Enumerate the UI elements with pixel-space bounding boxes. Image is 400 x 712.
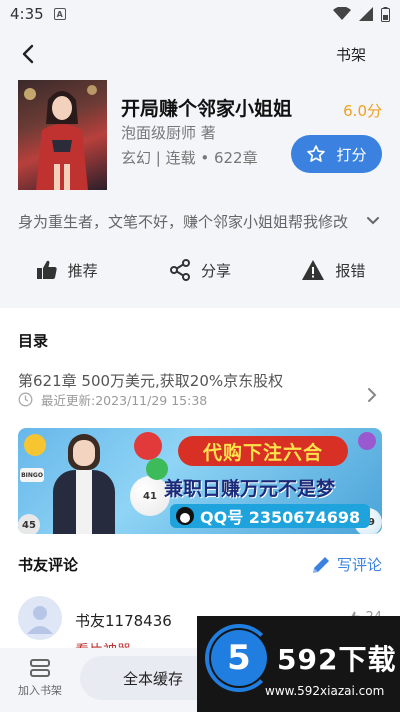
qq-penguin-icon <box>176 507 194 525</box>
warning-icon <box>302 260 325 280</box>
ad-headline: 代购下注六合 <box>178 436 348 466</box>
report-error-label: 报错 <box>335 261 366 280</box>
toc-title: 目录 <box>18 332 49 350</box>
write-review-button[interactable]: 写评论 <box>311 554 382 575</box>
avatar[interactable] <box>18 596 62 640</box>
clock-icon <box>18 392 33 407</box>
reviews-title: 书友评论 <box>18 556 79 574</box>
ad-subline: 兼职日赚万元不是梦 <box>164 478 336 500</box>
ad-spokesperson-image <box>48 428 120 534</box>
recommend-button[interactable]: 推荐 <box>0 248 133 292</box>
thumbs-up-icon <box>36 260 57 279</box>
rate-label: 打分 <box>336 145 367 164</box>
chevron-right-icon[interactable] <box>366 386 378 404</box>
bingo-card: BINGO <box>20 468 44 482</box>
book-info-card: 开局赚个邻家小姐姐 6.0分 泡面级厨师 著 玄幻 | 连载 • 622章 打分… <box>0 80 400 308</box>
share-button[interactable]: 分享 <box>133 248 266 292</box>
status-icons <box>333 6 390 22</box>
ad-banner[interactable]: 41 45 89 BINGO 代购下注六合 兼职日赚万元不是梦 QQ号 2350… <box>18 428 382 534</box>
reviewer-name[interactable]: 书友1178436 <box>75 610 172 631</box>
bookshelf-icon <box>30 659 50 677</box>
add-to-shelf-label: 加入书架 <box>18 684 62 697</box>
book-author[interactable]: 泡面级厨师 著 <box>121 122 216 143</box>
chevron-down-icon[interactable] <box>366 211 380 229</box>
battery-icon <box>381 6 390 22</box>
status-bar: 4:35 A <box>0 0 400 28</box>
last-updated-text: 最近更新:2023/11/29 15:38 <box>41 393 208 408</box>
book-actions: 推荐 分享 报错 <box>0 248 400 292</box>
share-label: 分享 <box>200 261 231 280</box>
report-error-button[interactable]: 报错 <box>267 248 400 292</box>
book-score: 6.0分 <box>343 102 382 120</box>
user-avatar-icon <box>27 606 53 634</box>
ad-qq-contact: QQ号 2350674698 <box>170 504 370 528</box>
back-arrow-icon <box>22 44 34 64</box>
cellular-icon <box>359 7 373 21</box>
book-title: 开局赚个邻家小姐姐 <box>121 98 293 120</box>
watermark-brand: 592下载 <box>277 643 397 676</box>
lottery-ball <box>24 434 46 456</box>
recommend-label: 推荐 <box>67 261 98 280</box>
lottery-ball-45: 45 <box>18 514 40 534</box>
ad-qq-number: QQ号 2350674698 <box>200 508 361 527</box>
book-meta: 玄幻 | 连载 • 622章 <box>121 149 258 167</box>
write-review-label: 写评论 <box>336 556 382 574</box>
wifi-icon <box>333 7 351 20</box>
status-time: 4:35 <box>10 5 44 23</box>
latest-chapter-link[interactable]: 第621章 500万美元,获取20%京东股权 <box>18 370 283 391</box>
book-synopsis[interactable]: 身为重生者，文笔不好，赚个邻家小姐姐帮我修改 <box>18 211 348 232</box>
rate-button[interactable]: 打分 <box>291 135 382 173</box>
share-icon <box>169 259 190 281</box>
watermark-url: www.592xiazai.com <box>265 684 385 698</box>
lottery-ball-red <box>134 432 162 460</box>
watermark-logo: 5 <box>211 630 267 686</box>
star-icon <box>307 145 326 162</box>
lottery-ball-purple <box>358 432 376 450</box>
add-to-shelf-button[interactable]: 加入书架 <box>10 658 70 698</box>
bookshelf-link[interactable]: 书架 <box>336 44 366 65</box>
pencil-icon <box>312 556 329 573</box>
site-watermark: 5 592下载 www.592xiazai.com <box>197 616 400 712</box>
last-updated: 最近更新:2023/11/29 15:38 <box>18 390 207 409</box>
back-button[interactable] <box>16 42 40 66</box>
book-cover-image[interactable] <box>18 80 107 190</box>
top-nav-bar: 书架 <box>0 28 400 80</box>
notification-a-icon: A <box>53 8 66 20</box>
